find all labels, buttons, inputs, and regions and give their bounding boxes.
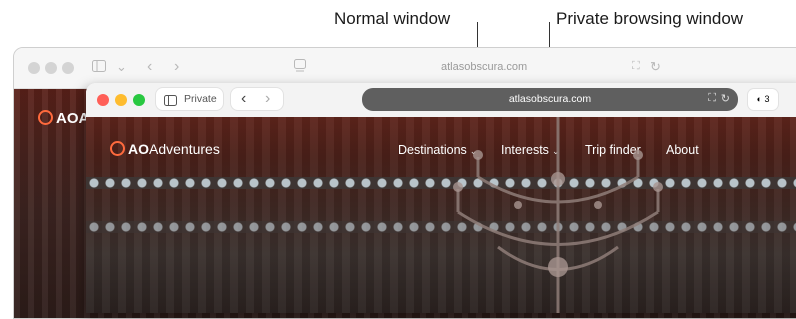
normal-window-callout: Normal window <box>334 9 451 28</box>
back-arrow-icon[interactable]: ‹ <box>147 58 152 76</box>
chevron-down-icon[interactable]: ⌄ <box>116 59 127 75</box>
reload-icon[interactable]: ↻ <box>650 59 661 75</box>
sidebar-private-button[interactable]: Private <box>156 88 223 110</box>
private-address-text: atlasobscura.com <box>508 93 592 105</box>
logo-mark-icon <box>110 141 125 156</box>
site-logo-bold: AO <box>128 141 149 157</box>
close-button[interactable] <box>97 94 109 106</box>
zoom-button[interactable] <box>133 94 145 106</box>
private-browser-window: Private ‹ › atlasobscura.com ⛶ ↻ ◐ 3 AOA… <box>86 83 796 313</box>
normal-address-text[interactable]: atlasobscura.com <box>441 61 527 73</box>
private-window-page: AOAdventures Destinations ⌄ Interests ⌄ Tr… <box>86 117 796 313</box>
translate-icon[interactable]: ⛶ <box>708 92 716 105</box>
site-logo[interactable]: AOAdventures <box>110 141 220 157</box>
site-logo-rest: Adventures <box>149 141 220 157</box>
normal-site-logo[interactable]: AOA <box>38 110 89 127</box>
private-window-toolbar: Private ‹ › atlasobscura.com ⛶ ↻ ◐ 3 <box>86 83 796 117</box>
sidebar-icon <box>164 93 177 111</box>
normal-site-logo-text: AOA <box>56 110 90 127</box>
sidebar-icon[interactable] <box>92 60 106 75</box>
back-arrow-icon[interactable]: ‹ <box>241 90 246 108</box>
translate-icon[interactable]: ⛶ <box>632 60 640 73</box>
minimize-button[interactable] <box>115 94 127 106</box>
reload-icon[interactable]: ↻ <box>721 92 730 105</box>
tab-overview-button[interactable]: ◐ 3 <box>748 89 778 110</box>
logo-mark-icon <box>38 110 53 125</box>
private-label: Private <box>184 93 217 105</box>
chandelier-image <box>453 117 663 313</box>
forward-arrow-icon[interactable]: › <box>265 90 270 108</box>
tab-count: 3 <box>764 94 770 104</box>
reader-icon[interactable] <box>294 59 306 76</box>
navigation-buttons: ‹ › <box>231 88 283 110</box>
minimize-button[interactable] <box>45 62 57 74</box>
tab-overview-icon: ◐ <box>756 94 762 104</box>
close-button[interactable] <box>28 62 40 74</box>
zoom-button[interactable] <box>62 62 74 74</box>
forward-arrow-icon[interactable]: › <box>174 58 179 76</box>
private-address-bar[interactable]: atlasobscura.com ⛶ ↻ <box>362 88 738 111</box>
private-window-callout: Private browsing window <box>556 9 744 28</box>
